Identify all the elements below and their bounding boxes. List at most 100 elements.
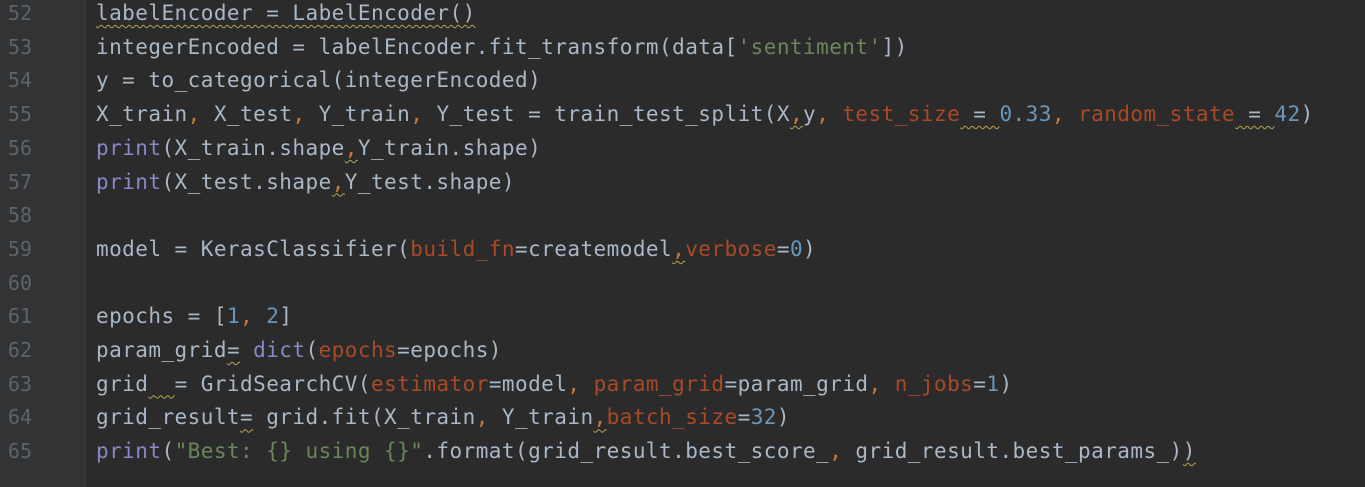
code-line[interactable]: 65 print("Best: {} using {}".format(grid_… bbox=[0, 435, 1365, 469]
code-token: (X_test.shape bbox=[161, 169, 332, 194]
code-token: grid_result bbox=[96, 405, 241, 430]
code-token: estimator bbox=[370, 371, 489, 396]
code-token: =createmodel bbox=[514, 236, 673, 261]
code-token: random_state bbox=[1078, 102, 1236, 127]
code-token: print bbox=[96, 169, 162, 194]
code-token: y bbox=[803, 102, 817, 127]
code-line[interactable]: 60 bbox=[0, 267, 1365, 301]
code-line[interactable]: 57 print(X_test.shape,Y_test.shape) bbox=[0, 166, 1365, 200]
code-token: ) bbox=[803, 236, 817, 261]
code-token: = bbox=[737, 405, 751, 430]
code-token: 1 bbox=[986, 371, 1000, 396]
code-text[interactable]: print(X_train.shape,Y_train.shape) bbox=[96, 132, 541, 166]
code-token-warning: , bbox=[672, 236, 686, 261]
code-text[interactable]: integerEncoded = labelEncoder.fit_transf… bbox=[96, 31, 908, 65]
code-line[interactable]: 54 y = to_categorical(integerEncoded) bbox=[0, 64, 1365, 98]
code-token: , bbox=[816, 102, 843, 127]
code-token: ) bbox=[776, 405, 790, 430]
code-token: , bbox=[292, 102, 319, 127]
code-token: ]) bbox=[881, 34, 908, 59]
code-text[interactable]: labelEncoder = LabelEncoder() bbox=[96, 0, 476, 31]
line-number: 58 bbox=[7, 203, 32, 228]
code-token: =epochs) bbox=[397, 338, 502, 362]
code-token: param_grid bbox=[96, 338, 227, 362]
code-token: dict bbox=[253, 338, 306, 362]
code-editor[interactable]: 52 labelEncoder = LabelEncoder() 53 integer… bbox=[0, 0, 1365, 487]
code-token-warning: = bbox=[960, 102, 1000, 127]
code-token: , bbox=[187, 102, 214, 127]
code-line[interactable]: 53 integerEncoded = labelEncoder.fit_tran… bbox=[0, 31, 1365, 65]
code-token: print bbox=[96, 135, 162, 160]
code-token: =param_grid bbox=[724, 371, 869, 396]
code-token: Y_train.shape) bbox=[357, 135, 542, 160]
code-token: 'sentiment' bbox=[737, 34, 882, 59]
code-line[interactable]: 63 grid = GridSearchCV(estimator=model, p… bbox=[0, 368, 1365, 402]
code-line[interactable]: 62 param_grid= dict(epochs=epochs) bbox=[0, 334, 1365, 368]
line-number: 61 bbox=[7, 304, 32, 329]
code-token: integerEncoded = labelEncoder.fit_transf… bbox=[96, 34, 738, 59]
code-line[interactable]: 59 model = KerasClassifier(build_fn=creat… bbox=[0, 233, 1365, 267]
code-text[interactable]: model = KerasClassifier(build_fn=createm… bbox=[96, 233, 816, 267]
code-token: Y_test = train_test_split(X bbox=[436, 102, 790, 127]
code-token-warning: labelEncoder = LabelEncoder() bbox=[96, 1, 476, 25]
code-token: =model bbox=[488, 371, 568, 396]
code-token: build_fn bbox=[410, 236, 515, 261]
code-token: 2 bbox=[266, 304, 280, 329]
code-token: , bbox=[410, 102, 437, 127]
line-number: 62 bbox=[7, 338, 32, 362]
code-token: verbose bbox=[685, 236, 777, 261]
line-number: 55 bbox=[7, 102, 32, 127]
code-token: 32 bbox=[750, 405, 777, 430]
code-token: .format(grid_result.best_score_ bbox=[423, 439, 830, 464]
code-text[interactable]: print("Best: {} using {}".format(grid_re… bbox=[96, 435, 1196, 469]
code-token: , bbox=[1051, 102, 1079, 127]
code-text[interactable]: epochs = [1, 2] bbox=[96, 300, 292, 334]
code-token-warning: = bbox=[1235, 102, 1275, 127]
code-token-warning bbox=[148, 372, 174, 396]
code-token: (X_train.shape bbox=[161, 135, 345, 160]
code-token: Y_train bbox=[318, 102, 411, 127]
code-token: Y_test.shape) bbox=[344, 169, 515, 194]
code-token-warning: , bbox=[344, 135, 358, 160]
code-text[interactable]: X_train, X_test, Y_train, Y_test = train… bbox=[96, 98, 1314, 132]
code-token: , bbox=[240, 304, 267, 329]
code-line[interactable]: 61 epochs = [1, 2] bbox=[0, 300, 1365, 334]
code-line[interactable]: 55 X_train, X_test, Y_train, Y_test = tra… bbox=[0, 98, 1365, 132]
code-token: ] bbox=[279, 304, 293, 329]
code-token: "Best: {} using {}" bbox=[174, 439, 424, 464]
code-token: , bbox=[567, 371, 594, 396]
code-token: ( bbox=[305, 338, 319, 362]
code-token-warning: , bbox=[593, 405, 607, 430]
code-token: ) bbox=[1300, 102, 1314, 127]
line-number: 54 bbox=[7, 68, 32, 93]
line-number: 63 bbox=[7, 371, 32, 396]
line-number: 65 bbox=[7, 439, 32, 464]
code-token: 42 bbox=[1274, 102, 1301, 127]
code-token: ( bbox=[161, 439, 175, 464]
line-number: 53 bbox=[7, 34, 32, 59]
code-line[interactable]: 64 grid_result= grid.fit(X_train, Y_train… bbox=[0, 401, 1365, 435]
line-number: 64 bbox=[7, 405, 32, 430]
code-text[interactable]: print(X_test.shape,Y_test.shape) bbox=[96, 166, 515, 200]
code-text[interactable]: grid = GridSearchCV(estimator=model, par… bbox=[96, 368, 1013, 402]
code-line[interactable]: 58 bbox=[0, 199, 1365, 233]
code-token: = GridSearchCV( bbox=[174, 371, 371, 396]
code-line[interactable]: 56 print(X_train.shape,Y_train.shape) bbox=[0, 132, 1365, 166]
code-text[interactable]: y = to_categorical(integerEncoded) bbox=[96, 64, 541, 98]
code-token: X_test bbox=[213, 102, 293, 127]
code-token: test_size bbox=[842, 102, 961, 127]
code-token: , bbox=[829, 439, 856, 464]
code-token: grid.fit(X_train bbox=[253, 405, 476, 430]
code-text[interactable]: param_grid= dict(epochs=epochs) bbox=[96, 334, 502, 368]
line-number: 59 bbox=[7, 236, 32, 261]
code-token-warning: = bbox=[240, 405, 254, 430]
code-token: grid_result.best_params_) bbox=[855, 439, 1183, 464]
code-token-warning: , bbox=[331, 169, 345, 194]
code-token: y = to_categorical(integerEncoded) bbox=[96, 68, 542, 93]
code-token-warning: ) bbox=[1182, 439, 1196, 464]
code-token: Y_train bbox=[501, 405, 594, 430]
line-number: 56 bbox=[7, 135, 32, 160]
code-text[interactable]: grid_result= grid.fit(X_train, Y_train,b… bbox=[96, 401, 790, 435]
code-line[interactable]: 52 labelEncoder = LabelEncoder() bbox=[0, 0, 1365, 31]
